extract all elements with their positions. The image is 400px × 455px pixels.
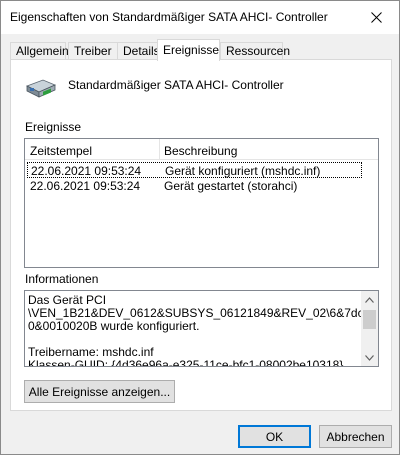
event-description: Gerät konfiguriert (mshdc.inf): [165, 164, 321, 178]
storage-controller-icon: [25, 76, 57, 103]
close-button[interactable]: [353, 1, 399, 34]
vertical-scrollbar[interactable]: [361, 291, 378, 366]
information-text: Das Gerät PCI \VEN_1B21&DEV_0612&SUBSYS_…: [28, 294, 378, 367]
show-all-events-button[interactable]: Alle Ereignisse anzeigen...: [24, 380, 175, 403]
scroll-up-button[interactable]: [361, 291, 378, 308]
chevron-up-icon: [365, 296, 374, 303]
event-row[interactable]: 22.06.2021 09:53:24 Gerät konfiguriert (…: [27, 162, 362, 178]
scroll-down-button[interactable]: [361, 349, 378, 366]
event-row[interactable]: 22.06.2021 09:53:24 Gerät gestartet (sto…: [27, 178, 362, 194]
column-header-timestamp[interactable]: Zeitstempel: [30, 144, 92, 158]
information-textbox[interactable]: Das Gerät PCI \VEN_1B21&DEV_0612&SUBSYS_…: [24, 290, 379, 367]
info-line: 0&0010020B wurde konfiguriert.: [28, 319, 200, 333]
title-bar[interactable]: Eigenschaften von Standardmäßiger SATA A…: [1, 1, 399, 34]
event-timestamp: 22.06.2021 09:53:24: [30, 179, 141, 193]
window-title: Eigenschaften von Standardmäßiger SATA A…: [10, 10, 328, 24]
tab-strip: Allgemein Treiber Details Ereignisse Res…: [10, 39, 392, 61]
events-header: Zeitstempel Beschreibung: [25, 139, 378, 160]
ok-button[interactable]: OK: [238, 425, 311, 448]
device-name: Standardmäßiger SATA AHCI- Controller: [68, 78, 284, 92]
chevron-down-icon: [365, 354, 374, 361]
column-divider[interactable]: [159, 139, 160, 160]
column-header-description[interactable]: Beschreibung: [164, 144, 237, 158]
scrollbar-thumb[interactable]: [363, 310, 376, 329]
event-timestamp: 22.06.2021 09:53:24: [31, 164, 142, 178]
cancel-button[interactable]: Abbrechen: [319, 425, 392, 448]
tab-panel-ereignisse: Standardmäßiger SATA AHCI- Controller Er…: [10, 59, 392, 411]
event-description: Gerät gestartet (storahci): [164, 179, 298, 193]
events-list[interactable]: Zeitstempel Beschreibung 22.06.2021 09:5…: [24, 138, 379, 268]
properties-dialog: Eigenschaften von Standardmäßiger SATA A…: [0, 0, 400, 455]
close-icon: [370, 12, 382, 23]
events-label: Ereignisse: [25, 120, 82, 134]
information-label: Informationen: [25, 272, 99, 286]
tab-ereignisse[interactable]: Ereignisse: [157, 39, 220, 61]
info-line: Klassen-GUID: {4d36e96a-e325-11ce-bfc1-0…: [28, 358, 344, 367]
